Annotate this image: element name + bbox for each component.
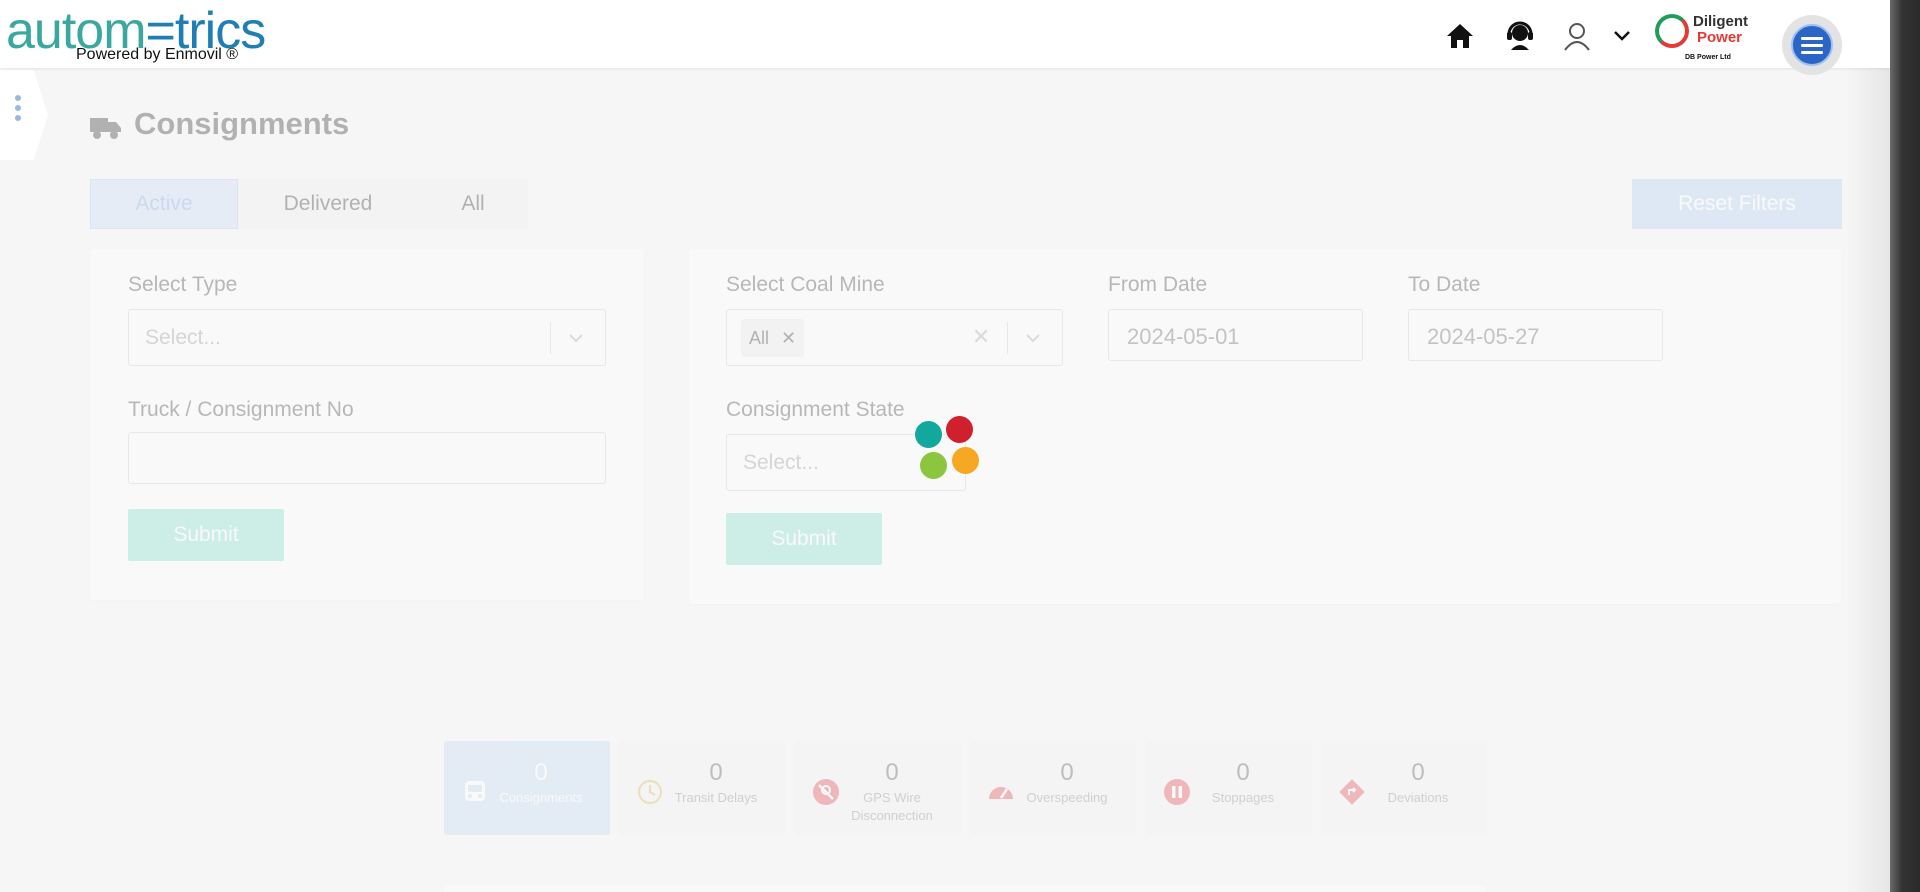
brand-line1: Diligent	[1693, 13, 1748, 30]
loader-dot-teal	[915, 421, 942, 448]
support-icon[interactable]	[1502, 18, 1538, 54]
tab-delivered[interactable]: Delivered	[238, 179, 418, 229]
stat-value: 0	[534, 759, 548, 786]
status-tabs: Active Delivered All	[90, 179, 528, 229]
consignment-state-placeholder: Select...	[743, 451, 819, 474]
stat-label: GPS Wire Disconnection	[851, 790, 933, 823]
loader-dot-red	[946, 416, 973, 443]
loading-spinner	[915, 415, 980, 480]
from-date-label: From Date	[1108, 273, 1208, 296]
stat-value: 0	[1236, 759, 1250, 786]
from-date-input[interactable]: 2024-05-01	[1108, 309, 1363, 361]
filter-card-right: Select Coal Mine All ✕ ✕ From Date 2024-…	[689, 249, 1841, 604]
stat-label: Transit Delays	[674, 790, 758, 805]
hamburger-menu-button[interactable]	[1782, 15, 1842, 75]
page-title: Consignments	[90, 106, 349, 142]
tag-remove-icon[interactable]: ✕	[781, 328, 796, 349]
truck-consignment-label: Truck / Consignment No	[128, 398, 354, 421]
brand-ring-icon	[1655, 14, 1689, 48]
brand-line3: DB Power Ltd	[1685, 54, 1731, 61]
coal-mine-dropdown[interactable]: All ✕ ✕	[726, 309, 1063, 366]
home-icon[interactable]	[1442, 18, 1478, 54]
to-date-label: To Date	[1408, 273, 1481, 296]
stat-stoppages[interactable]: 0 Stoppages	[1146, 741, 1312, 835]
chevron-down-icon	[569, 334, 583, 343]
stat-value: 0	[709, 759, 723, 786]
brand-logo: Diligent Power DB Power Ltd	[1655, 10, 1760, 66]
submit-button-left[interactable]: Submit	[128, 509, 284, 561]
stat-value: 0	[1060, 759, 1074, 786]
stat-value: 0	[885, 759, 899, 786]
panel-edge-shadow	[1846, 68, 1890, 892]
user-icon[interactable]	[1559, 18, 1595, 54]
reset-filters-button[interactable]: Reset Filters	[1632, 179, 1842, 229]
stat-label: Deviations	[1387, 790, 1449, 805]
clear-icon[interactable]: ✕	[972, 324, 990, 350]
selected-tag-label: All	[749, 327, 770, 348]
submit-button-right[interactable]: Submit	[726, 513, 882, 565]
consignment-state-label: Consignment State	[726, 398, 905, 421]
stat-gps-wire-disconnection[interactable]: 0 GPS Wire Disconnection	[795, 741, 961, 835]
filter-card-left: Select Type Select... Truck / Consignmen…	[90, 249, 644, 600]
select-type-label: Select Type	[128, 273, 238, 296]
stat-deviations[interactable]: 0 Deviations	[1321, 741, 1487, 835]
loader-dot-orange	[952, 447, 979, 474]
chevron-down-icon[interactable]	[1604, 18, 1640, 54]
tab-active[interactable]: Active	[90, 179, 238, 229]
coal-mine-label: Select Coal Mine	[726, 273, 885, 296]
stat-value: 0	[1411, 759, 1425, 786]
selected-tag-all: All ✕	[741, 319, 805, 357]
brand-line2: Power	[1697, 29, 1743, 46]
to-date-input[interactable]: 2024-05-27	[1408, 309, 1663, 361]
chevron-down-icon	[1026, 334, 1040, 343]
logo-tagline: Powered by Enmovil ®	[76, 46, 239, 63]
tab-all[interactable]: All	[418, 179, 528, 229]
main-content: Consignments Active Delivered All Reset …	[0, 68, 1846, 892]
automatics-logo[interactable]: autom=trics Powered by Enmovil ®	[6, 4, 266, 66]
table-top-edge	[444, 886, 1486, 892]
loader-dot-green	[920, 452, 947, 479]
stat-label: Consignments	[499, 790, 583, 805]
right-window-edge	[1890, 0, 1920, 892]
stat-label: Stoppages	[1211, 790, 1275, 805]
from-date-value: 2024-05-01	[1127, 324, 1240, 349]
stat-label: Overspeeding	[1026, 790, 1108, 805]
hamburger-icon	[1791, 24, 1833, 66]
select-type-placeholder: Select...	[145, 326, 221, 349]
select-type-dropdown[interactable]: Select...	[128, 309, 606, 366]
page-title-text: Consignments	[134, 106, 350, 141]
truck-icon	[90, 112, 122, 139]
to-date-value: 2024-05-27	[1427, 324, 1540, 349]
truck-consignment-input[interactable]	[128, 432, 606, 484]
stat-transit-delays[interactable]: 0 Transit Delays	[619, 741, 785, 835]
top-header: autom=trics Powered by Enmovil ® Diligen…	[0, 0, 1890, 75]
stat-consignments[interactable]: 0 Consignments	[444, 741, 610, 835]
stat-overspeeding[interactable]: 0 Overspeeding	[970, 741, 1136, 835]
